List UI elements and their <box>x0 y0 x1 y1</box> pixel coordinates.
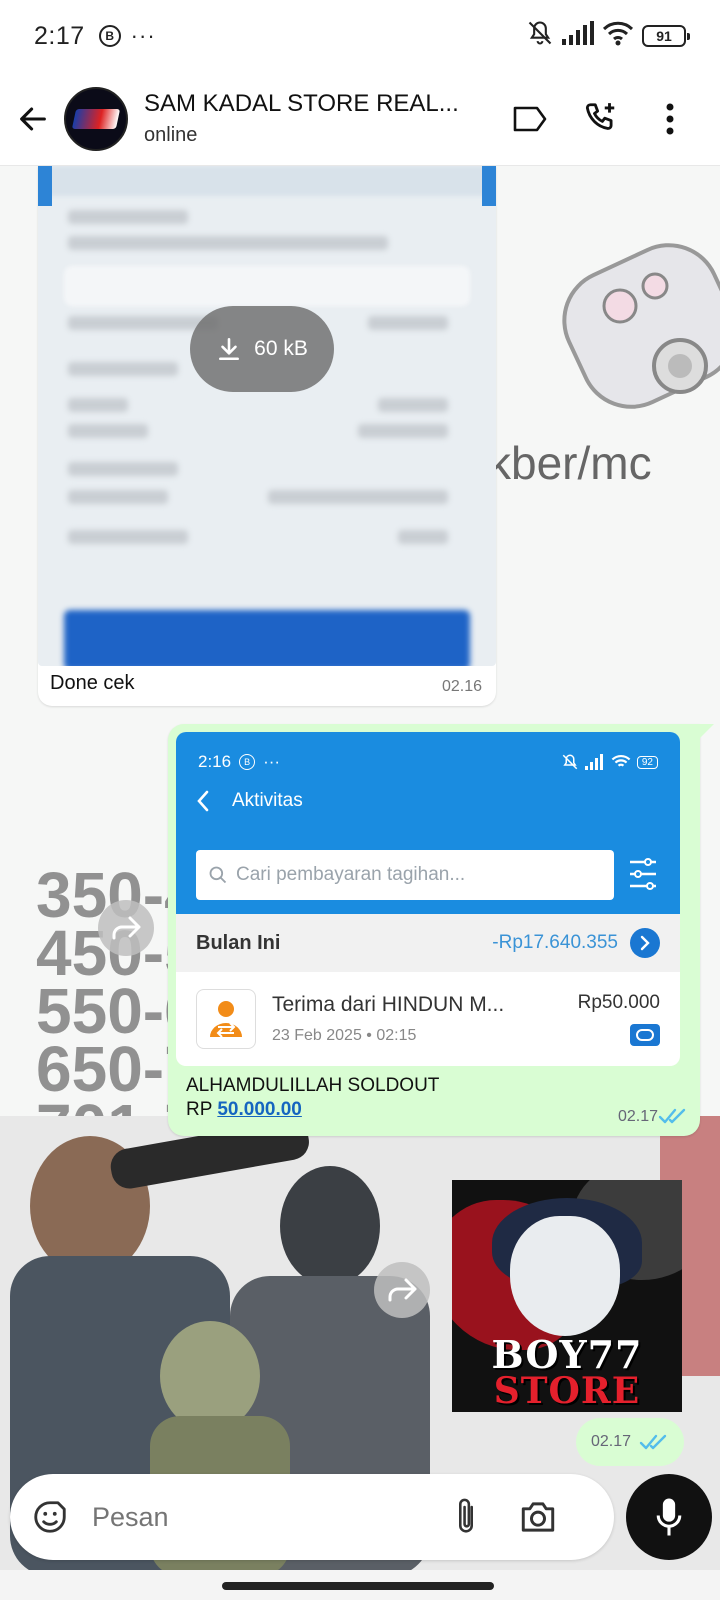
phone-plus-icon <box>585 102 615 130</box>
shot-month-label: Bulan Ini <box>196 931 281 954</box>
message-input[interactable] <box>92 1501 432 1533</box>
label-tag-icon <box>513 106 547 131</box>
status-time: 2:17 <box>34 21 85 50</box>
incoming-image-message[interactable]: 60 kB Done cek 02.16 <box>38 166 496 706</box>
shot-battery-icon: 92 <box>636 755 658 769</box>
shot-transaction-row: Terima dari HINDUN M... 23 Feb 2025 • 02… <box>176 972 680 1066</box>
transfer-receive-icon <box>196 989 256 1049</box>
gamepad-wallpaper-icon <box>562 243 720 409</box>
mute-bell-icon <box>526 19 554 54</box>
forward-button[interactable] <box>98 900 154 956</box>
shot-mute-icon <box>562 754 578 770</box>
chat-status: online <box>144 124 198 146</box>
label-button[interactable] <box>510 99 550 139</box>
shot-badge-icon: B <box>239 754 256 770</box>
image-brand-text-2: STORE <box>493 1370 641 1412</box>
shot-search-field: Cari pembayaran tagihan... <box>196 850 614 900</box>
read-ticks-icon <box>658 1108 686 1124</box>
shot-wifi-icon <box>611 755 631 767</box>
shot-search-placeholder: Cari pembayaran tagihan... <box>236 864 466 885</box>
add-call-button[interactable] <box>580 99 620 139</box>
download-icon <box>219 337 240 361</box>
read-ticks-icon <box>639 1434 667 1450</box>
message-caption: Done cek <box>50 672 135 694</box>
caption-prefix: RP <box>186 1099 218 1120</box>
sticker-button[interactable] <box>30 1497 70 1537</box>
arrow-left-icon <box>20 107 46 130</box>
forward-arrow-icon <box>388 1278 417 1302</box>
shot-transaction-title: Terima dari HINDUN M... <box>272 993 505 1016</box>
voice-record-button[interactable] <box>626 1474 712 1560</box>
paperclip-icon <box>459 1498 473 1533</box>
message-composer <box>10 1474 614 1560</box>
more-notifications-icon: ··· <box>130 23 156 48</box>
filter-sliders-icon <box>630 858 656 890</box>
signal-icon <box>562 20 594 52</box>
camera-button[interactable] <box>516 1495 560 1539</box>
sticker-smiley-icon <box>34 1501 66 1533</box>
wallpaper-text: kber/mc <box>488 437 652 489</box>
wallet-chip-icon <box>630 1024 660 1046</box>
shot-signal-icon <box>584 754 603 770</box>
back-button[interactable] <box>2 88 64 150</box>
wifi-icon <box>602 20 634 53</box>
store-logo-icon <box>71 108 121 129</box>
forward-arrow-icon <box>112 916 141 940</box>
chat-area[interactable]: kber/mc 350-4 450-5 550-6 650-7 701-7 80… <box>0 166 720 1570</box>
status-bar: 2:17 B ··· 91 <box>0 0 720 72</box>
attach-button[interactable] <box>446 1495 486 1539</box>
shot-month-row: Bulan Ini -Rp17.640.355 <box>176 914 680 972</box>
camera-icon <box>521 1502 555 1532</box>
notification-badge-icon: B <box>98 25 121 47</box>
forward-button[interactable] <box>374 1262 430 1318</box>
shot-transaction-date: 23 Feb 2025 • 02:15 <box>272 1027 417 1044</box>
download-button[interactable]: 60 kB <box>190 306 334 392</box>
home-indicator[interactable] <box>222 1582 494 1590</box>
battery-icon: 91 <box>642 25 690 47</box>
shot-back-chevron-icon <box>197 790 209 812</box>
amount-link[interactable]: 50.000.00 <box>217 1099 302 1120</box>
caption-line: ALHAMDULILLAH SOLDOUT <box>186 1075 440 1096</box>
image-time-bubble: 02.17 <box>576 1418 684 1466</box>
menu-button[interactable] <box>650 99 690 139</box>
message-time: 02.17 <box>590 1433 632 1450</box>
outgoing-screenshot-message[interactable]: 2:16 B ··· 92 Aktivitas Cari pembayaran … <box>168 724 714 1136</box>
message-time: 02.17 <box>617 1108 658 1125</box>
message-caption: ALHAMDULILLAH SOLDOUT RP 50.000.00 <box>186 1074 439 1122</box>
shot-status-time: 2:16 <box>198 752 232 771</box>
message-time: 02.16 <box>441 678 482 695</box>
shot-transaction-amount: Rp50.000 <box>577 992 660 1013</box>
blurred-image-preview[interactable] <box>38 166 496 666</box>
chevron-right-icon <box>630 928 660 958</box>
chat-header: SAM KADAL STORE REAL... online <box>0 72 720 166</box>
shot-title: Aktivitas <box>232 790 303 811</box>
shot-more-icon: ··· <box>263 752 281 771</box>
more-vertical-icon <box>666 103 674 134</box>
caption-line-amount: RP 50.000.00 <box>186 1098 439 1122</box>
microphone-icon <box>656 1498 682 1536</box>
outgoing-image-message[interactable]: BOY77 STORE <box>452 1180 682 1412</box>
avatar[interactable] <box>64 86 128 151</box>
chat-title-block[interactable]: SAM KADAL STORE REAL... online <box>144 90 474 147</box>
payment-screenshot[interactable]: 2:16 B ··· 92 Aktivitas Cari pembayaran … <box>176 732 680 1066</box>
shot-month-amount: -Rp17.640.355 <box>492 932 618 953</box>
download-size: 60 kB <box>254 337 308 360</box>
chat-title: SAM KADAL STORE REAL... <box>144 90 459 117</box>
search-icon <box>209 866 227 884</box>
